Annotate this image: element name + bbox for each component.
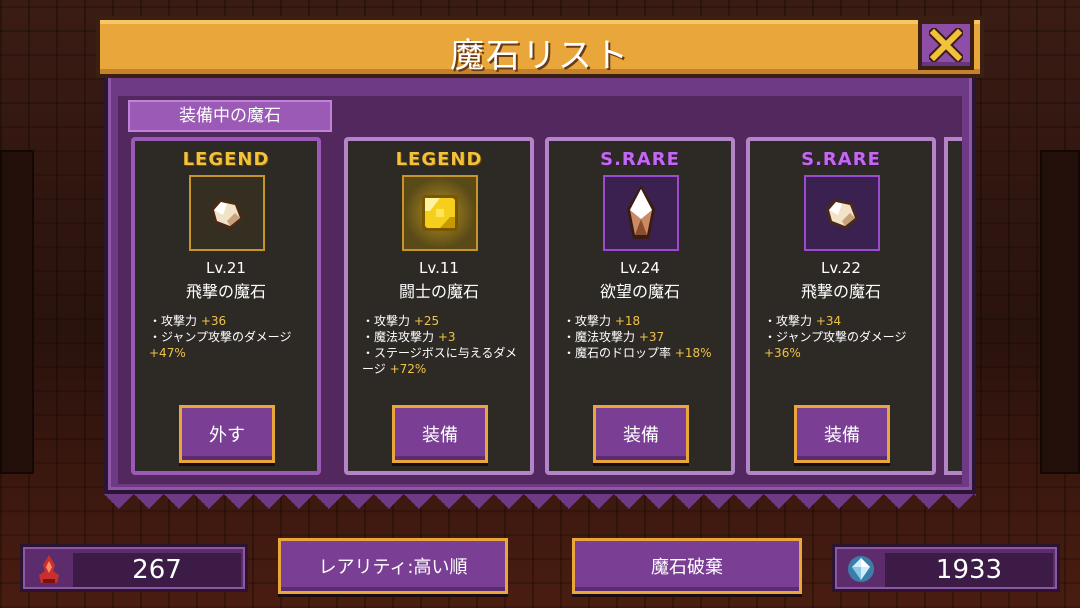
stone-stats: ・攻撃力 +25 ・魔法攻撃力 +3 ・ステージボスに与えるダメージ +72% xyxy=(362,313,522,377)
rarity-label: S.RARE xyxy=(801,149,881,170)
magic-stone-card-2: LEGEND Lv.11 闘士の魔石 ・攻撃力 +25 ・魔法攻撃力 +3 ・ス… xyxy=(344,137,534,475)
magic-stone-card-3: S.RARE Lv.24 欲望の魔石 ・攻撃力 +18 ・魔法攻撃力 +37 ・… xyxy=(545,137,735,475)
pale-crystal-icon xyxy=(211,199,243,229)
unequip-button[interactable]: 外す xyxy=(179,405,275,463)
stone-name: 欲望の魔石 xyxy=(599,282,680,301)
stone-level: Lv.21 xyxy=(206,259,246,277)
stat-line: ・ステージボスに与えるダメージ +72% xyxy=(362,346,518,376)
stone-count-value: 267 xyxy=(73,553,241,587)
stone-stats: ・攻撃力 +34 ・ジャンプ攻撃のダメージ +36% xyxy=(764,313,924,361)
rarity-label: LEGEND xyxy=(182,149,270,170)
shard-count-value: 1933 xyxy=(885,553,1053,587)
pale-crystal-icon xyxy=(826,199,858,229)
stone-icon-frame[interactable] xyxy=(189,175,265,251)
rarity-label: LEGEND xyxy=(395,149,483,170)
shard-crystal-icon xyxy=(627,185,655,239)
magic-stone-card-1: LEGEND Lv.21 飛撃の魔石 ・攻撃力 +36 ・ジャンプ攻撃のダメージ… xyxy=(131,137,321,475)
stat-line: ・魔法攻撃力 +37 xyxy=(563,330,665,344)
stone-stats: ・攻撃力 +36 ・ジャンプ攻撃のダメージ +47% xyxy=(149,313,309,361)
golden-gem-icon xyxy=(422,195,458,231)
stone-icon-frame[interactable] xyxy=(402,175,478,251)
equip-button[interactable]: 装備 xyxy=(593,405,689,463)
flame-crystal-icon xyxy=(39,555,59,583)
title-bar: 魔石リスト xyxy=(96,16,984,78)
background-pillar-left xyxy=(0,150,34,474)
stat-line: ・攻撃力 +34 xyxy=(764,314,842,328)
stat-line: ・攻撃力 +36 xyxy=(149,314,227,328)
equipped-tab-label: 装備中の魔石 xyxy=(128,100,332,132)
close-icon xyxy=(929,28,963,62)
stone-level: Lv.11 xyxy=(419,259,459,277)
stat-line: ・魔石のドロップ率 +18% xyxy=(563,346,712,360)
discard-button[interactable]: 魔石破棄 xyxy=(572,538,802,594)
stat-line: ・魔法攻撃力 +3 xyxy=(362,330,456,344)
stone-level: Lv.22 xyxy=(821,259,861,277)
stone-name: 飛撃の魔石 xyxy=(185,282,266,301)
stone-icon-frame[interactable] xyxy=(804,175,880,251)
stone-level: Lv.24 xyxy=(620,259,660,277)
equip-button[interactable]: 装備 xyxy=(794,405,890,463)
stat-line: ・ジャンプ攻撃のダメージ +36% xyxy=(764,330,907,360)
stat-line: ・ジャンプ攻撃のダメージ +47% xyxy=(149,330,292,360)
stone-name: 闘士の魔石 xyxy=(398,282,479,301)
stone-count-box: 267 xyxy=(20,544,248,592)
shard-count-box: 1933 xyxy=(832,544,1060,592)
stone-stats: ・攻撃力 +18 ・魔法攻撃力 +37 ・魔石のドロップ率 +18% xyxy=(563,313,723,361)
next-card-peek[interactable] xyxy=(944,137,962,475)
close-button[interactable] xyxy=(918,20,974,70)
background-pillar-right xyxy=(1040,150,1080,474)
equip-button[interactable]: 装備 xyxy=(392,405,488,463)
page-title: 魔石リスト xyxy=(450,36,630,76)
panel-fringe xyxy=(104,494,976,524)
stat-line: ・攻撃力 +25 xyxy=(362,314,440,328)
rarity-label: S.RARE xyxy=(600,149,680,170)
stat-line: ・攻撃力 +18 xyxy=(563,314,641,328)
sort-button[interactable]: レアリティ:高い順 xyxy=(278,538,508,594)
stone-icon-frame[interactable] xyxy=(603,175,679,251)
stone-name: 飛撃の魔石 xyxy=(800,282,881,301)
diamond-shard-icon xyxy=(848,556,874,582)
magic-stone-card-4: S.RARE Lv.22 飛撃の魔石 ・攻撃力 +34 ・ジャンプ攻撃のダメージ… xyxy=(746,137,936,475)
